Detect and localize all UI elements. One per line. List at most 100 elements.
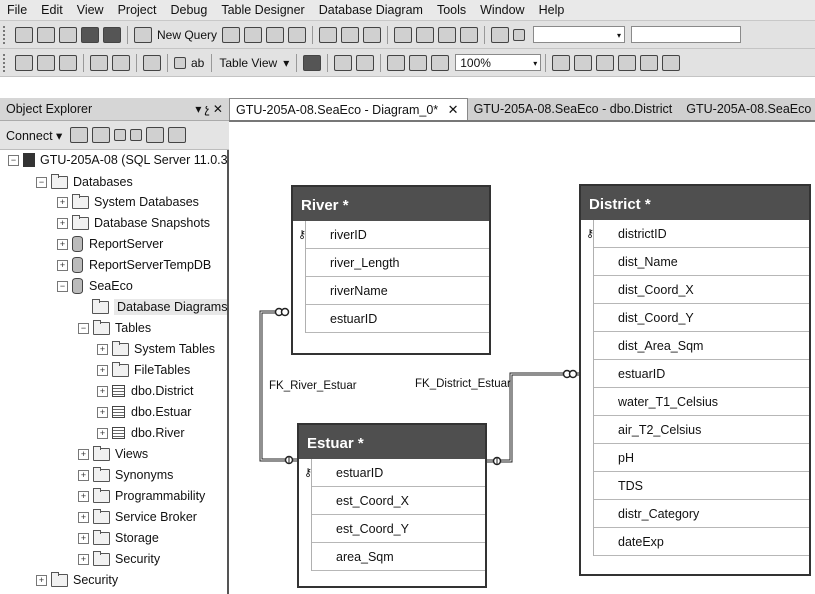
relationship-label-river-estuar[interactable]: FK_River_Estuar bbox=[269, 380, 357, 392]
expand-icon[interactable]: + bbox=[78, 448, 89, 460]
menu-project[interactable]: Project bbox=[111, 0, 164, 20]
summary-icon[interactable] bbox=[168, 127, 187, 143]
collapse-icon[interactable]: − bbox=[78, 322, 89, 334]
manage-fulltext-icon[interactable] bbox=[409, 54, 428, 71]
menu-file[interactable]: File bbox=[0, 0, 34, 20]
manage-xml-indexes-icon[interactable] bbox=[431, 54, 450, 71]
new-query-icon[interactable] bbox=[134, 26, 152, 43]
navigate-icon[interactable] bbox=[438, 26, 457, 43]
new-table-icon[interactable] bbox=[15, 54, 33, 71]
column-row[interactable]: river_Length bbox=[306, 249, 489, 277]
expand-icon[interactable]: + bbox=[97, 343, 108, 355]
tree-node-dbo-river[interactable]: + dbo.River bbox=[97, 423, 185, 443]
menu-help[interactable]: Help bbox=[532, 0, 572, 20]
recalculate-page-breaks-icon[interactable] bbox=[640, 54, 659, 71]
expand-icon[interactable]: + bbox=[97, 406, 108, 418]
table-title[interactable]: Estuar * bbox=[299, 425, 485, 459]
table-estuar[interactable]: Estuar * ⚷ estuarID est_Coord_X est_Coord… bbox=[297, 423, 487, 588]
diagram-canvas[interactable]: FK_River_Estuar FK_District_Estuar River… bbox=[229, 122, 815, 594]
tree-node-reportservertempdb[interactable]: + ReportServerTempDB bbox=[57, 255, 211, 275]
column-row[interactable]: area_Sqm bbox=[312, 543, 485, 571]
expand-icon[interactable]: + bbox=[36, 574, 47, 586]
expand-icon[interactable]: + bbox=[78, 490, 89, 502]
tree-node-database-snapshots[interactable]: + Database Snapshots bbox=[57, 213, 210, 233]
column-row[interactable]: TDS bbox=[594, 472, 809, 500]
tree-node-system-tables[interactable]: + System Tables bbox=[97, 339, 215, 359]
column-row[interactable]: dist_Name bbox=[594, 248, 809, 276]
column-row[interactable]: estuarID bbox=[594, 360, 809, 388]
tree-node-storage[interactable]: + Storage bbox=[78, 528, 159, 548]
expand-icon[interactable]: + bbox=[97, 364, 108, 376]
tree-node-synonyms[interactable]: + Synonyms bbox=[78, 465, 173, 485]
tree-node-programmability[interactable]: + Programmability bbox=[78, 486, 205, 506]
new-project-icon[interactable] bbox=[15, 26, 33, 43]
save-icon[interactable] bbox=[81, 26, 99, 43]
solution-config-combo[interactable]: ▾ bbox=[533, 26, 626, 43]
find-icon[interactable] bbox=[460, 26, 479, 43]
column-row[interactable]: dist_Area_Sqm bbox=[594, 332, 809, 360]
column-row[interactable]: ⚷ estuarID bbox=[304, 459, 485, 487]
expand-icon[interactable]: + bbox=[57, 238, 68, 250]
add-table-icon[interactable] bbox=[37, 54, 55, 71]
tree-node-security-server[interactable]: + Security bbox=[36, 570, 118, 590]
column-row[interactable]: water_T1_Celsius bbox=[594, 388, 809, 416]
collapse-icon[interactable]: − bbox=[57, 280, 68, 292]
expand-icon[interactable]: + bbox=[78, 532, 89, 544]
view-page-breaks-icon[interactable] bbox=[618, 54, 637, 71]
expand-icon[interactable]: + bbox=[78, 511, 89, 523]
table-title[interactable]: District * bbox=[581, 186, 809, 220]
expand-icon[interactable]: + bbox=[57, 259, 68, 271]
tree-node-dbo-district[interactable]: + dbo.District bbox=[97, 381, 194, 401]
tree-node-system-databases[interactable]: + System Databases bbox=[57, 192, 199, 212]
column-row[interactable]: pH bbox=[594, 444, 809, 472]
table-river[interactable]: River * ⚷ riverID river_Length riverName … bbox=[291, 185, 491, 355]
tab-dbo-district[interactable]: GTU-205A-08.SeaEco - dbo.District bbox=[468, 99, 681, 120]
menu-debug[interactable]: Debug bbox=[163, 0, 214, 20]
arrange-selection-icon[interactable] bbox=[552, 54, 571, 71]
expand-icon[interactable]: + bbox=[57, 217, 68, 229]
zoom-combo[interactable]: 100% ▾ bbox=[455, 54, 542, 71]
connect-button[interactable]: Connect ▾ bbox=[0, 128, 62, 143]
show-relationship-labels-icon[interactable] bbox=[303, 54, 322, 71]
expand-icon[interactable]: + bbox=[78, 469, 89, 481]
database-engine-query-icon[interactable] bbox=[222, 26, 241, 43]
tree-node-views[interactable]: + Views bbox=[78, 444, 148, 464]
column-row[interactable]: est_Coord_Y bbox=[312, 515, 485, 543]
copy-diagram-icon[interactable] bbox=[662, 54, 681, 71]
column-row[interactable]: dist_Coord_X bbox=[594, 276, 809, 304]
stop-icon[interactable] bbox=[114, 129, 127, 141]
arrange-tables-icon[interactable] bbox=[574, 54, 593, 71]
tab-dbo-other[interactable]: GTU-205A-08.SeaEco - dbo bbox=[680, 99, 815, 120]
column-row[interactable]: est_Coord_X bbox=[312, 487, 485, 515]
expand-icon[interactable]: + bbox=[97, 385, 108, 397]
column-row[interactable]: ⚷ riverID bbox=[298, 221, 489, 249]
connect-object-icon[interactable] bbox=[70, 127, 89, 143]
relationship-label-district-estuar[interactable]: FK_District_Estuar bbox=[415, 378, 511, 390]
collapse-icon[interactable]: − bbox=[36, 176, 47, 188]
column-row[interactable]: dist_Coord_Y bbox=[594, 304, 809, 332]
tree-node-server[interactable]: − GTU-205A-08 (SQL Server 11.0.3 bbox=[8, 150, 227, 170]
column-row[interactable]: estuarID bbox=[306, 305, 489, 333]
column-row[interactable]: ⚷ districtID bbox=[586, 220, 809, 248]
add-related-tables-icon[interactable] bbox=[59, 54, 77, 71]
column-row[interactable]: distr_Category bbox=[594, 500, 809, 528]
manage-indexes-icon[interactable] bbox=[334, 54, 353, 71]
tree-node-service-broker[interactable]: + Service Broker bbox=[78, 507, 197, 527]
expand-icon[interactable]: + bbox=[57, 196, 68, 208]
tree-node-security-db[interactable]: + Security bbox=[78, 549, 160, 569]
table-view-button[interactable]: Table View bbox=[219, 56, 277, 70]
new-text-annotation-button[interactable]: ab bbox=[191, 56, 204, 70]
tree-node-seaeco[interactable]: − SeaEco bbox=[57, 276, 133, 296]
save-all-icon[interactable] bbox=[103, 26, 121, 43]
delete-table-icon[interactable] bbox=[90, 54, 108, 71]
menu-view[interactable]: View bbox=[70, 0, 111, 20]
mdx-query-icon[interactable] bbox=[266, 26, 285, 43]
activity-monitor-icon[interactable] bbox=[491, 26, 510, 43]
remove-from-diagram-icon[interactable] bbox=[112, 54, 130, 71]
primary-key-icon[interactable] bbox=[174, 56, 186, 69]
tree-node-reportserver[interactable]: + ReportServer bbox=[57, 234, 163, 254]
add-item-icon[interactable] bbox=[37, 26, 55, 43]
paste-icon[interactable] bbox=[363, 26, 382, 43]
menu-edit[interactable]: Edit bbox=[34, 0, 70, 20]
toolbar-grip[interactable] bbox=[3, 53, 9, 72]
